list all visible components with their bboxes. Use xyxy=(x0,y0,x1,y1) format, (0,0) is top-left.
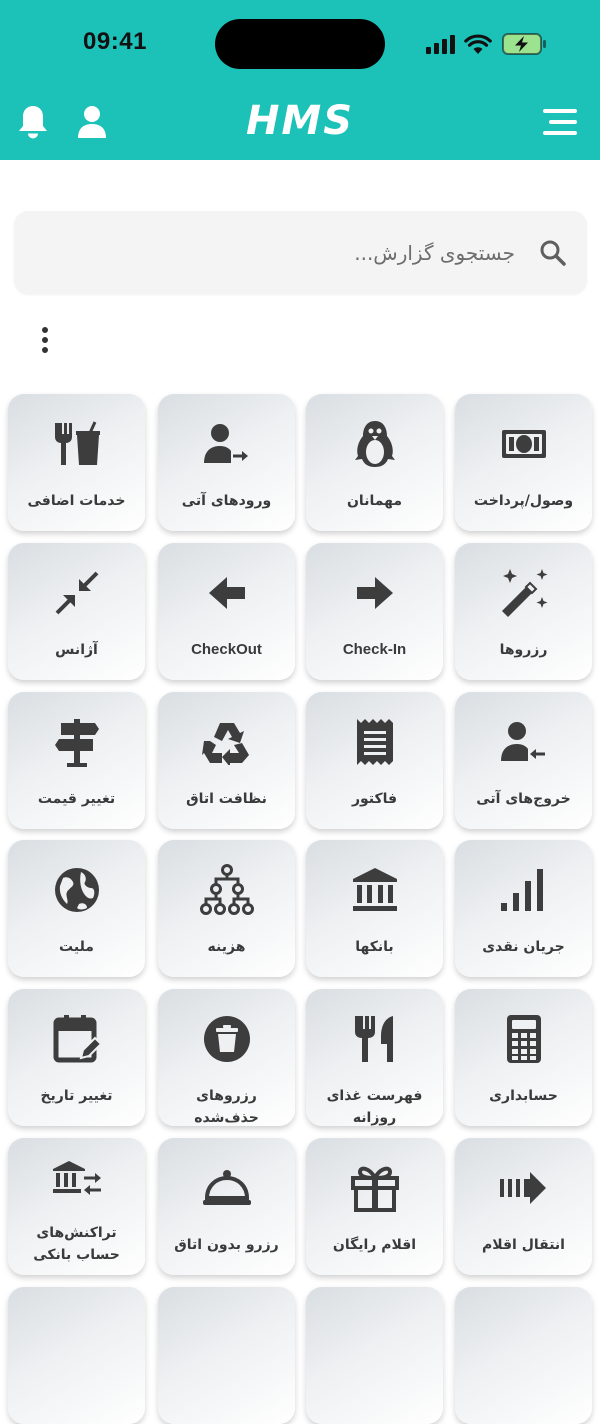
tile-free-items[interactable]: اقلام رایگان xyxy=(306,1138,443,1275)
tile-label: فاکتور xyxy=(351,791,398,807)
tile-payments[interactable]: وصول/پرداخت xyxy=(455,394,592,531)
globe-icon xyxy=(54,868,99,912)
tile-accounting[interactable]: حسابداری xyxy=(455,989,592,1126)
tile-banks[interactable]: بانکها xyxy=(306,840,443,977)
signpost-icon xyxy=(54,719,99,767)
bell-icon xyxy=(19,106,47,139)
food-drink-icon xyxy=(54,421,100,465)
tile-change-date[interactable]: تغییر تاریخ xyxy=(8,989,145,1126)
cellular-signal-icon xyxy=(426,35,455,54)
tile-label: وصول/پرداخت xyxy=(473,493,574,509)
more-options-button[interactable] xyxy=(30,322,60,358)
tile-agency[interactable]: آژانس xyxy=(8,543,145,680)
tile-expense[interactable]: هزینه xyxy=(158,840,295,977)
notifications-button[interactable] xyxy=(13,102,53,142)
tile-label: تغییر تاریخ xyxy=(40,1088,113,1104)
profile-button[interactable] xyxy=(72,102,112,142)
search-input[interactable] xyxy=(73,231,517,275)
tile-daily-menu[interactable]: فهرست غذای روزانه xyxy=(306,989,443,1126)
tile-label: تراکنش‌های حساب بانکی xyxy=(33,1225,120,1263)
wifi-icon xyxy=(464,34,492,54)
dynamic-island xyxy=(215,19,385,69)
user-icon xyxy=(78,106,106,138)
tile-label: Check-In xyxy=(342,641,407,658)
tile-label: تغییر قیمت xyxy=(37,791,116,807)
tile-label: حسابداری xyxy=(489,1088,558,1104)
tile-nationality[interactable]: ملیت xyxy=(8,840,145,977)
tile-label: نظافت اتاق xyxy=(186,791,267,807)
tile-upcoming-arrivals[interactable]: ورودهای آتی xyxy=(158,394,295,531)
tile-cash-flow[interactable]: جریان نقدی xyxy=(455,840,592,977)
tile-bank-transactions[interactable]: تراکنش‌های حساب بانکی xyxy=(8,1138,145,1275)
tile-partial[interactable] xyxy=(8,1287,145,1424)
tile-label: ملیت xyxy=(59,939,94,955)
tile-label: رزرو بدون اتاق xyxy=(174,1237,279,1253)
tile-partial[interactable] xyxy=(158,1287,295,1424)
tile-label: آژانس xyxy=(55,642,98,658)
tile-label: خدمات اضافی xyxy=(27,493,126,509)
search-icon[interactable] xyxy=(539,239,567,267)
user-arrow-left-icon xyxy=(500,722,545,761)
tile-reservations[interactable]: رزروها xyxy=(455,543,592,680)
tile-check-out[interactable]: CheckOut xyxy=(158,543,295,680)
calculator-icon xyxy=(506,1015,541,1063)
tile-label: انتقال اقلام xyxy=(482,1237,565,1253)
receipt-icon xyxy=(356,719,393,765)
cash-icon xyxy=(501,430,546,458)
tile-extra-services[interactable]: خدمات اضافی xyxy=(8,394,145,531)
utensils-icon xyxy=(354,1016,393,1062)
battery-charging-icon xyxy=(502,33,546,55)
magic-wand-icon xyxy=(501,569,547,617)
tile-partial[interactable] xyxy=(455,1287,592,1424)
tile-deleted-reservations[interactable]: رزروهای حذف‌شده xyxy=(158,989,295,1126)
tile-reserve-without-room[interactable]: رزرو بدون اتاق xyxy=(158,1138,295,1275)
gift-icon xyxy=(350,1166,399,1212)
recycle-icon xyxy=(201,723,249,765)
tile-upcoming-departures[interactable]: خروج‌های آتی xyxy=(455,692,592,829)
trash-icon xyxy=(203,1016,250,1062)
user-arrow-right-icon xyxy=(203,424,248,463)
tile-label: بانکها xyxy=(355,939,394,955)
status-bar: 09:41 xyxy=(0,0,600,88)
bank-transfer-icon xyxy=(52,1161,101,1195)
app-header: 09:41 HMS xyxy=(0,0,600,160)
status-time: 09:41 xyxy=(83,28,147,55)
tile-check-in[interactable]: Check-In xyxy=(306,543,443,680)
tile-invoice[interactable]: فاکتور xyxy=(306,692,443,829)
cloche-icon xyxy=(202,1170,251,1205)
app-bar: HMS xyxy=(0,88,600,160)
more-vertical-icon xyxy=(42,327,48,353)
compress-arrows-icon xyxy=(55,571,98,615)
tile-partial[interactable] xyxy=(306,1287,443,1424)
app-logo: HMS xyxy=(245,98,355,144)
penguin-icon xyxy=(354,421,395,467)
tile-guests[interactable]: مهمانان xyxy=(306,394,443,531)
tile-label: اقلام رایگان xyxy=(332,1237,417,1253)
arrow-left-icon xyxy=(208,577,245,609)
menu-button[interactable] xyxy=(540,102,580,142)
hierarchy-icon xyxy=(199,864,254,915)
signal-bars-icon xyxy=(500,869,543,911)
tile-label: رزروهای حذف‌شده xyxy=(194,1088,259,1126)
transfer-arrow-icon xyxy=(499,1172,546,1204)
tile-label: ورودهای آتی xyxy=(181,493,272,509)
bank-icon xyxy=(352,868,397,911)
arrow-right-icon xyxy=(356,577,393,609)
tile-label: جریان نقدی xyxy=(482,939,565,955)
tile-label: مهمانان xyxy=(346,493,402,509)
search-bar xyxy=(14,211,587,294)
tile-label: خروج‌های آتی xyxy=(476,791,571,807)
tile-transfer-items[interactable]: انتقال اقلام xyxy=(455,1138,592,1275)
calendar-edit-icon xyxy=(53,1015,101,1063)
tile-label: CheckOut xyxy=(191,641,262,658)
hamburger-menu-icon xyxy=(543,109,577,135)
tile-room-cleaning[interactable]: نظافت اتاق xyxy=(158,692,295,829)
tile-change-price[interactable]: تغییر قیمت xyxy=(8,692,145,829)
tile-label: رزروها xyxy=(499,642,548,658)
tile-label: هزینه xyxy=(207,939,246,955)
tile-label: فهرست غذای روزانه xyxy=(326,1088,423,1126)
